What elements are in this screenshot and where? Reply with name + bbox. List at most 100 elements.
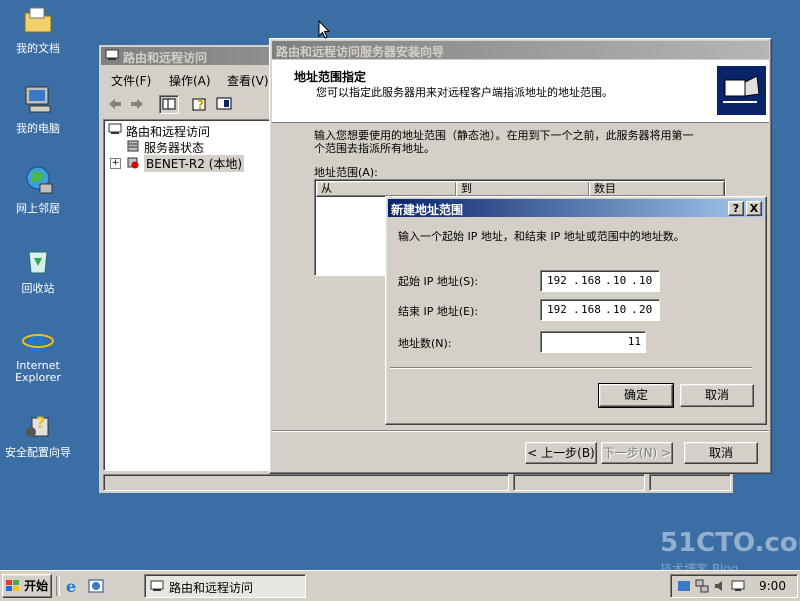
dialog-cancel-button[interactable]: 取消: [680, 384, 754, 407]
start-ip-label: 起始 IP 地址(S):: [398, 275, 479, 288]
security-wizard-icon: ?: [22, 408, 54, 440]
taskbar-task-routing[interactable]: 路由和远程访问: [144, 574, 306, 598]
address-count-field[interactable]: 11: [540, 331, 646, 353]
back-button[interactable]: < 上一步(B): [525, 442, 597, 464]
wizard-header-desc: 您可以指定此服务器用来对远程客户端指派地址的地址范围。: [316, 86, 613, 99]
start-label: 开始: [24, 579, 49, 593]
desktop-icon-label: Internet Explorer: [15, 359, 61, 384]
tray-monitor-icon[interactable]: [731, 579, 745, 593]
mmc-tree-pane: 路由和远程访问 服务器状态 + BENET-R2 (本地): [103, 119, 270, 471]
end-ip-octet-3[interactable]: 10: [613, 300, 626, 320]
dialog-prompt: 输入一个起始 IP 地址，和结束 IP 地址或范围中的地址数。: [398, 230, 685, 243]
task-label: 路由和远程访问: [169, 581, 254, 595]
mmc-app-icon: [105, 49, 119, 61]
help-topics-icon[interactable]: ?: [191, 95, 209, 112]
end-ip-label: 结束 IP 地址(E):: [398, 305, 479, 318]
help-button[interactable]: ?: [728, 201, 744, 216]
desktop-icon-internet-explorer[interactable]: e Internet Explorer: [2, 324, 74, 384]
computer-icon: [22, 84, 54, 116]
tree-expand-icon[interactable]: +: [110, 158, 121, 169]
desktop-icon-security-wizard[interactable]: ? 安全配置向导: [2, 408, 74, 460]
column-header-count[interactable]: 数目: [589, 181, 725, 197]
mmc-menu-action[interactable]: 操作(A): [169, 72, 211, 89]
routing-root-icon: [108, 123, 122, 135]
start-button[interactable]: 开始: [2, 574, 52, 598]
tray-network-icon[interactable]: [695, 579, 709, 593]
back-arrow-icon[interactable]: [107, 96, 123, 112]
desktop-icon-label: 网上邻居: [16, 202, 60, 215]
network-globe-icon: [22, 164, 54, 196]
desktop-icon-my-documents[interactable]: 我的文档: [2, 4, 74, 56]
wizard-instructions-line2: 个范围去指派所有地址。: [314, 142, 435, 155]
desktop-icon-label: 安全配置向导: [5, 446, 71, 459]
new-range-dialog: 新建地址范围 ? X 输入一个起始 IP 地址，和结束 IP 地址或范围中的地址…: [385, 196, 767, 425]
end-ip-octet-4[interactable]: 20: [639, 300, 652, 320]
desktop-icon-label: 我的文档: [16, 42, 60, 55]
desktop-icon-recycle-bin[interactable]: 回收站: [2, 244, 74, 296]
mmc-status-pane-3: [649, 474, 731, 491]
svg-text:e: e: [27, 324, 46, 356]
next-button[interactable]: 下一步(N) >: [601, 442, 673, 464]
wizard-instructions-line1: 输入您想要使用的地址范围（静态池）。在用到下一个之前，此服务器将用第一: [314, 129, 694, 142]
wizard-instructions: 输入您想要使用的地址范围（静态池）。在用到下一个之前，此服务器将用第一 个范围去…: [314, 129, 694, 155]
wizard-separator: [272, 430, 769, 432]
desktop-icon-label: 回收站: [21, 282, 55, 295]
start-ip-octet-3[interactable]: 10: [613, 271, 626, 291]
show-hide-tree-icon[interactable]: [159, 95, 179, 114]
mmc-title: 路由和远程访问: [123, 51, 208, 65]
wizard-header: 地址范围指定 您可以指定此服务器用来对远程客户端指派地址的地址范围。: [272, 60, 769, 123]
mouse-cursor-icon: [318, 19, 331, 40]
start-ip-octet-4[interactable]: 10: [639, 271, 652, 291]
desktop-icon-my-computer[interactable]: 我的电脑: [2, 84, 74, 136]
svg-text:?: ?: [197, 98, 204, 112]
start-ip-octet-1[interactable]: 192: [547, 271, 567, 291]
mmc-menu-file[interactable]: 文件(F): [111, 72, 151, 89]
svg-text:e: e: [66, 578, 76, 594]
ie-icon: e: [22, 324, 54, 359]
start-ip-field[interactable]: 192 . 168 . 10 . 10: [540, 270, 660, 292]
desktop-icon-label: 我的电脑: [16, 122, 60, 135]
watermark-logo: 51CTO.com: [660, 528, 800, 558]
column-header-to[interactable]: 到: [456, 181, 590, 197]
forward-arrow-icon[interactable]: [129, 96, 145, 112]
dialog-title: 新建地址范围: [391, 203, 464, 217]
windows-logo-icon: [5, 577, 20, 591]
quicklaunch-server-manager-icon[interactable]: [88, 578, 104, 594]
wizard-titlebar[interactable]: 路由和远程访问服务器安装向导: [272, 41, 769, 59]
server-node-icon: [126, 156, 140, 169]
svg-text:?: ?: [36, 413, 45, 432]
wizard-cancel-button[interactable]: 取消: [684, 442, 758, 464]
mmc-status-pane-1: [103, 474, 509, 491]
end-ip-octet-1[interactable]: 192: [547, 300, 567, 320]
tree-item-root[interactable]: 路由和远程访问: [126, 123, 210, 140]
recycle-bin-icon: [22, 244, 54, 276]
tray-speaker-icon[interactable]: [713, 579, 727, 593]
task-app-icon: [150, 580, 164, 592]
dialog-titlebar[interactable]: 新建地址范围 ? X: [388, 199, 764, 217]
wizard-title: 路由和远程访问服务器安装向导: [276, 45, 445, 59]
column-header-from[interactable]: 从: [316, 181, 457, 197]
address-count-label: 地址数(N):: [398, 337, 452, 350]
wizard-logo-icon: [717, 66, 766, 115]
mmc-status-pane-2: [513, 474, 645, 491]
quicklaunch-divider: [56, 576, 60, 596]
taskbar: 开始 e 路由和远程访问 9:00: [0, 570, 800, 601]
clock[interactable]: 9:00: [759, 579, 786, 593]
start-ip-octet-2[interactable]: 168: [581, 271, 601, 291]
quicklaunch-ie-icon[interactable]: e: [64, 577, 80, 596]
folder-icon: [22, 4, 54, 36]
dialog-separator: [390, 367, 752, 369]
server-status-icon: [126, 140, 140, 152]
ok-button[interactable]: 确定: [598, 383, 674, 408]
close-button[interactable]: X: [746, 201, 762, 216]
end-ip-field[interactable]: 192 . 168 . 10 . 20: [540, 299, 660, 321]
tray-ime-icon[interactable]: [677, 579, 691, 593]
tree-item-server-status[interactable]: 服务器状态: [144, 139, 204, 156]
properties-pane-icon[interactable]: [215, 95, 233, 112]
end-ip-octet-2[interactable]: 168: [581, 300, 601, 320]
wizard-header-title: 地址范围指定: [294, 70, 367, 84]
system-tray: 9:00: [670, 574, 798, 598]
mmc-menu-view[interactable]: 查看(V): [227, 72, 269, 89]
tree-item-server[interactable]: BENET-R2 (本地): [144, 155, 245, 172]
desktop-icon-network[interactable]: 网上邻居: [2, 164, 74, 216]
